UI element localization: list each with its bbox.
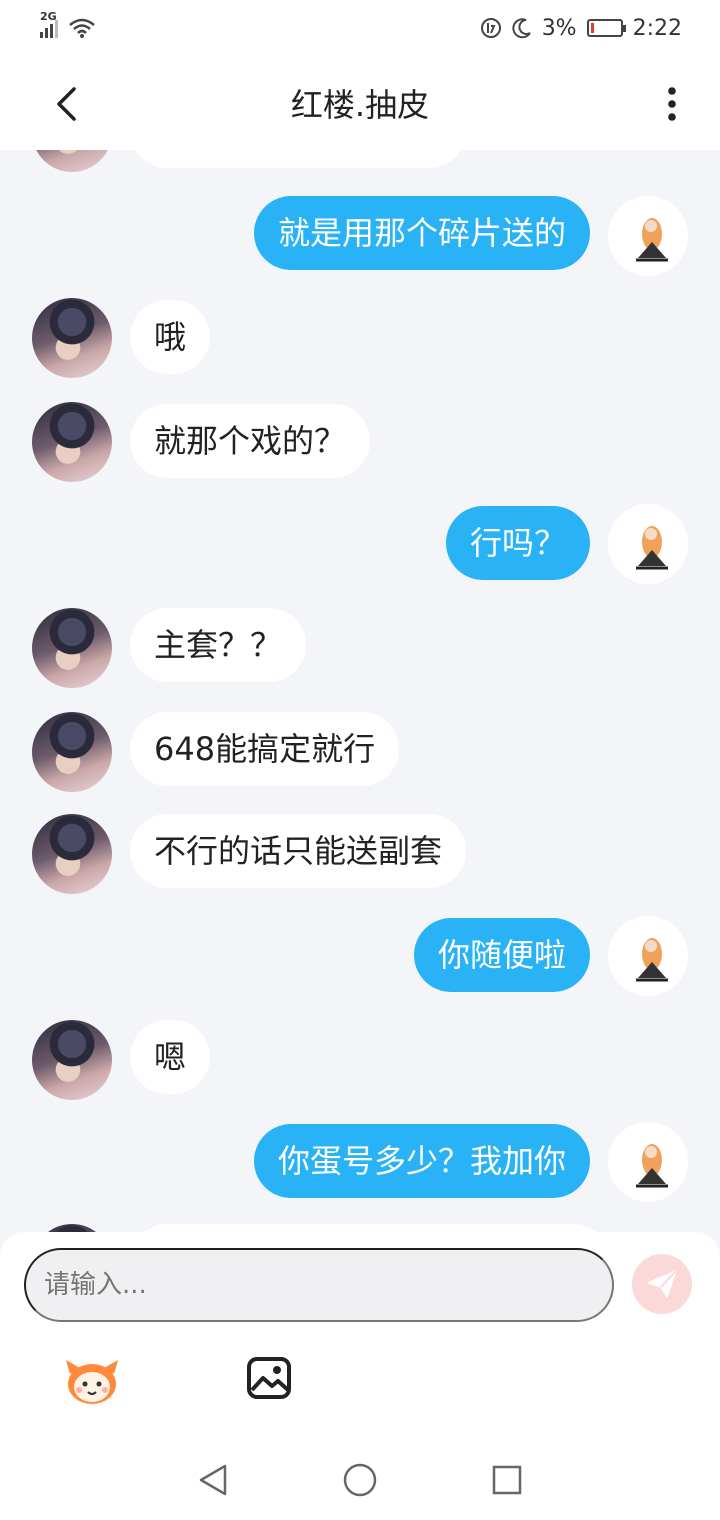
message-bubble-other: 648能搞定就行 <box>130 712 400 786</box>
circle-home-icon <box>343 1463 377 1497</box>
network-type: 2G <box>40 10 57 23</box>
system-nav-bar <box>0 1440 720 1520</box>
message-bubble-other: 不行的话只能送副套 <box>130 814 467 888</box>
more-vertical-icon <box>668 87 676 121</box>
user-avatar[interactable] <box>608 196 688 276</box>
message-bubble-partial <box>130 150 466 168</box>
status-right: 3% 2:22 <box>480 16 682 41</box>
contact-avatar[interactable] <box>32 298 112 378</box>
image-picker-button[interactable] <box>246 1356 292 1400</box>
message-bubble-self: 你蛋号多少？我加你 <box>253 1124 590 1198</box>
battery-icon <box>586 19 626 37</box>
nav-home-button[interactable] <box>340 1460 380 1500</box>
contact-avatar[interactable] <box>32 712 112 792</box>
wifi-icon <box>69 18 95 38</box>
status-bar: 2G 3% 2:22 <box>0 0 720 56</box>
user-avatar[interactable] <box>608 916 688 996</box>
cell-signal-icon: 2G <box>40 10 58 38</box>
emoji-face-icon <box>66 1360 118 1404</box>
contact-avatar[interactable] <box>32 150 112 172</box>
triangle-back-icon <box>200 1464 227 1496</box>
message-bubble-other: 嗯 <box>130 1020 211 1094</box>
user-avatar[interactable] <box>608 504 688 584</box>
battery-percent: 3% <box>541 15 577 41</box>
message-bubble-other: 主套？？ <box>130 608 307 682</box>
chat-header: 红楼.抽皮 <box>0 56 720 150</box>
message-list[interactable]: 就是用那个碎片送的 哦 就那个戏的？ 行吗？ 主套？？ 648能搞定就行 不行的… <box>0 150 720 1240</box>
contact-avatar[interactable] <box>32 402 112 482</box>
send-button[interactable] <box>632 1254 692 1314</box>
image-icon <box>247 1357 291 1399</box>
message-bubble-self: 你随便啦 <box>413 918 590 992</box>
back-button[interactable] <box>44 82 88 126</box>
user-avatar[interactable] <box>608 1122 688 1202</box>
girl-avatar-icon <box>636 938 668 982</box>
contact-avatar[interactable] <box>32 608 112 688</box>
chevron-left-icon <box>57 87 76 121</box>
message-bubble-self: 行吗？ <box>445 506 590 580</box>
nav-recents-button[interactable] <box>487 1460 527 1500</box>
girl-avatar-icon <box>636 526 668 570</box>
page-title: 红楼.抽皮 <box>290 86 430 124</box>
status-left: 2G <box>40 10 96 39</box>
contact-avatar[interactable] <box>32 814 112 894</box>
contact-avatar[interactable] <box>32 1020 112 1100</box>
more-options-button[interactable] <box>652 82 692 126</box>
composer-panel <box>0 1232 720 1440</box>
message-bubble-other: 哦 <box>130 300 211 374</box>
message-input[interactable] <box>24 1248 614 1322</box>
message-bubble-self: 就是用那个碎片送的 <box>253 196 590 270</box>
girl-avatar-icon <box>636 1144 668 1188</box>
data-saver-icon <box>480 18 501 38</box>
girl-avatar-icon <box>636 218 668 262</box>
do-not-disturb-moon-icon <box>512 18 531 39</box>
send-icon <box>647 1270 677 1298</box>
message-bubble-other: 就那个戏的？ <box>130 404 371 478</box>
square-recents-icon <box>492 1465 521 1495</box>
emoji-button[interactable] <box>62 1354 122 1408</box>
clock: 2:22 <box>632 15 682 41</box>
nav-back-button[interactable] <box>193 1460 233 1500</box>
